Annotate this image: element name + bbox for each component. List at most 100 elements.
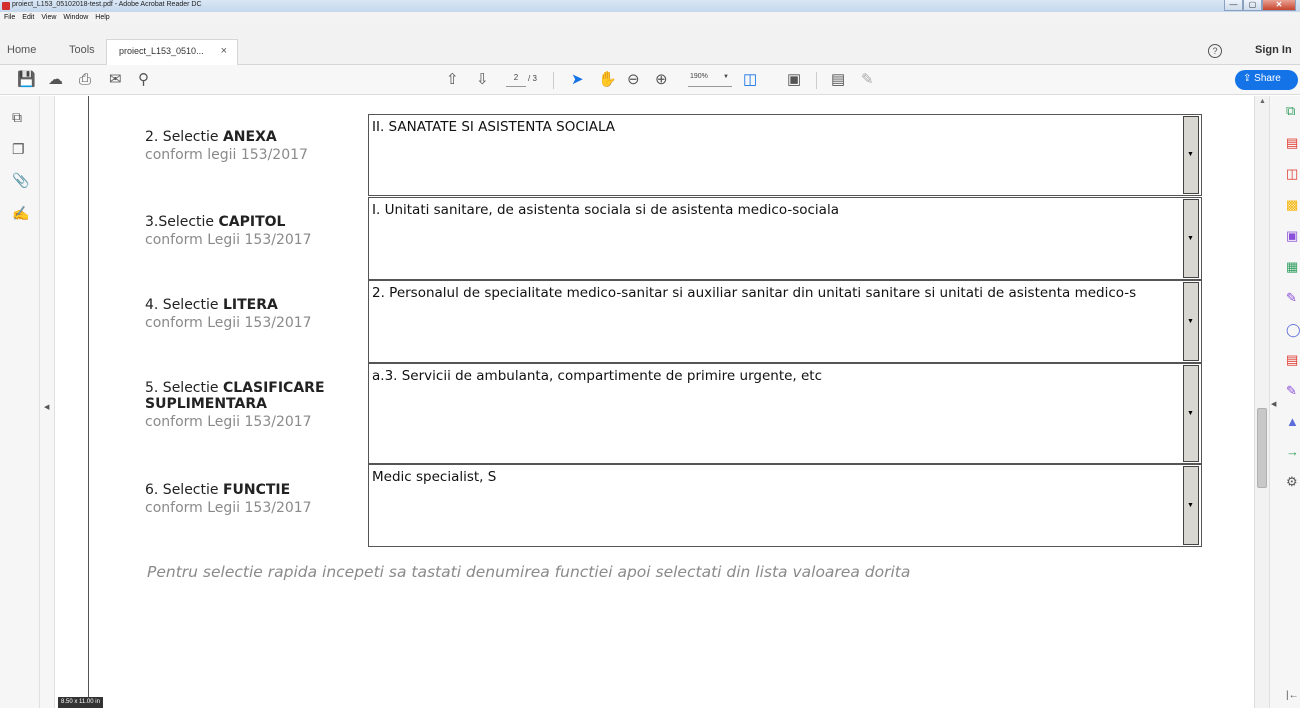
share-label: Share — [1254, 73, 1281, 84]
anexa-dropdown[interactable]: II. SANATATE SI ASISTENTA SOCIALA ▼ — [368, 114, 1202, 196]
share-button[interactable]: ⇪ Share — [1235, 70, 1298, 90]
search-icon[interactable]: ⚲ — [138, 71, 149, 89]
protect-icon[interactable]: ◯ — [1286, 322, 1300, 338]
chevron-down-icon: ▼ — [1187, 151, 1194, 158]
hand-tool-icon[interactable]: ✋ — [598, 71, 617, 89]
dropdown-arrow-button[interactable]: ▼ — [1183, 466, 1199, 545]
sublabel: conform Legii 153/2017 — [145, 414, 312, 430]
export-pdf-icon[interactable]: ⧉ — [1286, 103, 1295, 119]
sublabel: conform Legii 153/2017 — [145, 315, 312, 331]
sublabel: conform legii 153/2017 — [145, 147, 308, 163]
stamp-icon[interactable]: ▲ — [1286, 414, 1299, 429]
left-navigation-rail: ⧉ ❐ 📎 ✍ — [0, 96, 40, 708]
menu-edit[interactable]: Edit — [22, 12, 34, 23]
label-bold: CAPITOL — [218, 214, 286, 230]
email-icon[interactable]: ✉ — [109, 71, 122, 89]
export-red-icon[interactable]: ▤ — [1286, 352, 1298, 368]
window-title: proiect_L153_05102018-test.pdf - Adobe A… — [12, 1, 202, 8]
previous-page-icon[interactable]: ⇧ — [446, 71, 459, 89]
menu-file[interactable]: File — [4, 12, 15, 23]
expand-panel-icon[interactable]: |← — [1286, 690, 1299, 701]
acrobat-app-icon — [2, 2, 10, 10]
close-tab-icon[interactable]: × — [221, 45, 227, 57]
save-icon[interactable]: 💾 — [17, 71, 36, 89]
tab-document[interactable]: proiect_L153_0510... × — [106, 39, 238, 65]
help-icon[interactable]: ? — [1208, 44, 1222, 58]
fill-sign-icon[interactable]: ✎ — [1286, 290, 1297, 306]
toolbar-divider — [553, 72, 554, 89]
capitol-dropdown[interactable]: I. Unitati sanitare, de asistenta social… — [368, 197, 1202, 280]
zoom-out-icon[interactable]: ⊖ — [627, 71, 640, 89]
organize-pages-icon[interactable]: ◫ — [1286, 166, 1298, 182]
page-number-input[interactable]: 2 — [506, 73, 526, 87]
chevron-down-icon: ▼ — [723, 74, 729, 80]
dropdown-arrow-button[interactable]: ▼ — [1183, 365, 1199, 462]
highlight-pen-icon[interactable]: ✎ — [861, 71, 874, 89]
zoom-level-value: 190% — [690, 73, 708, 80]
chevron-down-icon: ▼ — [1187, 234, 1194, 242]
zoom-in-icon[interactable]: ⊕ — [655, 71, 668, 89]
read-mode-icon[interactable]: ▣ — [787, 71, 801, 89]
functie-value: Medic specialist, S — [372, 469, 497, 485]
sign-in-link[interactable]: Sign In — [1255, 44, 1292, 56]
dropdown-arrow-button[interactable]: ▼ — [1183, 116, 1199, 194]
scroll-up-icon[interactable]: ▲ — [1259, 98, 1266, 105]
scrollbar-thumb[interactable] — [1257, 408, 1267, 488]
litera-label: 4. Selectie LITERA conform Legii 153/201… — [145, 297, 312, 331]
anexa-label: 2. Selectie ANEXA conform legii 153/2017 — [145, 129, 308, 163]
print-icon[interactable]: ⎙ — [79, 71, 91, 89]
minimize-button[interactable]: — — [1224, 0, 1243, 11]
chevron-down-icon: ▼ — [1187, 317, 1194, 325]
dropdown-arrow-button[interactable]: ▼ — [1183, 282, 1199, 361]
fit-page-icon[interactable]: ◫ — [743, 71, 757, 89]
menu-help[interactable]: Help — [95, 12, 109, 23]
share-icon: ⇪ — [1243, 73, 1255, 84]
send-track-icon[interactable]: → — [1286, 444, 1299, 459]
label-prefix: 5. Selectie — [145, 380, 223, 396]
more-tools-icon[interactable]: ⚙ — [1286, 474, 1298, 490]
upload-cloud-icon[interactable]: ☁ — [48, 71, 63, 89]
create-pdf-icon[interactable]: ▤ — [1286, 135, 1298, 151]
clasificare-label: 5. Selectie CLASIFICARE SUPLIMENTARA con… — [145, 380, 325, 430]
page-total: / 3 — [528, 74, 537, 83]
comment-icon[interactable]: ▤ — [831, 71, 845, 89]
clasificare-dropdown[interactable]: a.3. Servicii de ambulanta, compartiment… — [368, 363, 1202, 464]
acrobat-window: proiect_L153_05102018-test.pdf - Adobe A… — [0, 0, 1300, 708]
select-cursor-icon[interactable]: ➤ — [571, 71, 584, 89]
label-prefix: 6. Selectie — [145, 482, 223, 498]
menu-window[interactable]: Window — [63, 12, 88, 23]
window-controls: — ▢ ✕ — [1224, 0, 1296, 11]
page-edge-line — [88, 96, 89, 708]
send-sign-icon[interactable]: ✎ — [1286, 383, 1297, 399]
chevron-down-icon: ▼ — [1187, 409, 1194, 417]
title-bar: proiect_L153_05102018-test.pdf - Adobe A… — [0, 0, 1300, 12]
label-prefix: 2. Selectie — [145, 129, 223, 145]
chevron-left-icon: ◀ — [44, 404, 50, 411]
dropdown-arrow-button[interactable]: ▼ — [1183, 199, 1199, 278]
chevron-down-icon: ▼ — [1187, 501, 1194, 509]
maximize-button[interactable]: ▢ — [1243, 0, 1262, 11]
label-prefix: 4. Selectie — [145, 297, 223, 313]
zoom-level-select[interactable]: 190% ▼ — [688, 73, 732, 87]
attachments-icon[interactable]: 📎 — [12, 172, 29, 189]
sign-icon[interactable]: ✍ — [12, 205, 29, 222]
tab-home[interactable]: Home — [7, 44, 36, 56]
menu-view[interactable]: View — [41, 12, 56, 23]
tab-tools[interactable]: Tools — [69, 44, 95, 56]
functie-dropdown[interactable]: Medic specialist, S ▼ — [368, 464, 1202, 547]
copy-pages-icon[interactable]: ❐ — [12, 141, 25, 158]
collapse-left-panel[interactable]: ◀ — [40, 96, 55, 708]
label-bold: LITERA — [222, 297, 278, 313]
vertical-scrollbar[interactable]: ▲ — [1254, 96, 1269, 708]
collapse-right-panel-icon[interactable]: ◀ — [1271, 400, 1276, 408]
capitol-label: 3.Selectie CAPITOL conform Legii 153/201… — [145, 214, 312, 248]
edit-pdf-icon[interactable]: ▦ — [1286, 259, 1298, 275]
close-window-button[interactable]: ✕ — [1262, 0, 1296, 11]
label-bold-line2: SUPLIMENTARA — [145, 396, 267, 412]
clasificare-value: a.3. Servicii de ambulanta, compartiment… — [372, 368, 823, 384]
litera-dropdown[interactable]: 2. Personalul de specialitate medico-san… — [368, 280, 1202, 363]
comment-icon[interactable]: ▩ — [1286, 197, 1298, 213]
page-thumbnails-icon[interactable]: ⧉ — [12, 109, 22, 126]
combine-files-icon[interactable]: ▣ — [1286, 228, 1298, 244]
next-page-icon[interactable]: ⇩ — [476, 71, 489, 89]
